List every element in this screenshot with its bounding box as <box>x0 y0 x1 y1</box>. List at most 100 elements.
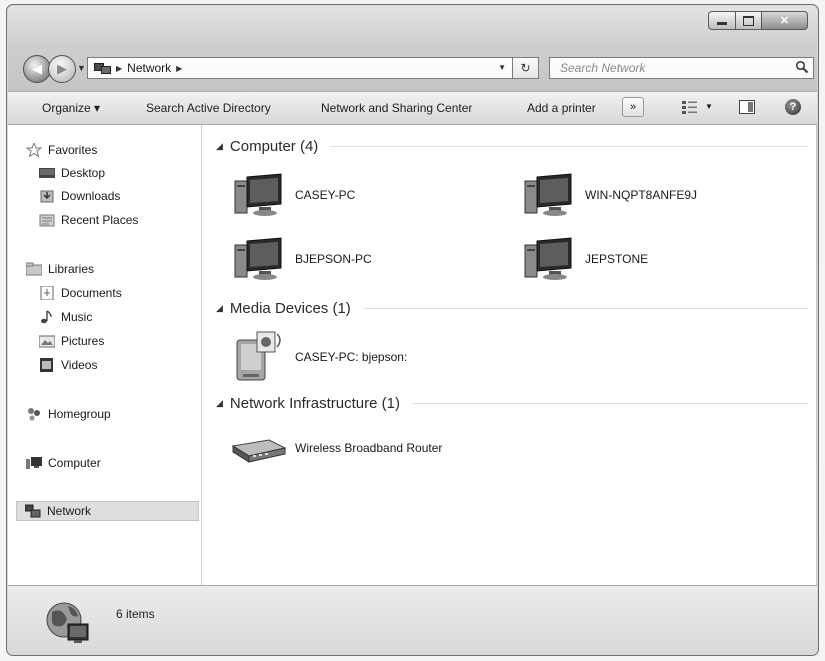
caption-buttons: ✕ <box>708 11 808 30</box>
nav-item-label: Computer <box>48 456 101 470</box>
view-options-dropdown-icon[interactable]: ▼ <box>705 102 713 111</box>
item-label: CASEY-PC: bjepson: <box>295 350 408 364</box>
network-item-jepstone[interactable]: JEPSTONE <box>521 235 648 283</box>
arrow-left-icon: ◀ <box>32 61 42 76</box>
address-dropdown-icon[interactable]: ▼ <box>498 63 506 72</box>
navigation-pane: Favorites Desktop Downloads Recent Place… <box>8 125 202 585</box>
minimize-button[interactable] <box>708 11 735 30</box>
nav-computer[interactable]: Computer <box>26 453 101 473</box>
nav-videos[interactable]: Videos <box>39 355 97 375</box>
search-box[interactable] <box>549 57 814 79</box>
details-pane: 6 items <box>8 585 817 655</box>
search-icon[interactable] <box>795 60 809 74</box>
network-item-win-nqpt8anfe9j[interactable]: WIN-NQPT8ANFE9J <box>521 171 697 219</box>
preview-pane-icon[interactable] <box>739 100 755 114</box>
group-divider <box>362 307 808 309</box>
nav-recent-places[interactable]: Recent Places <box>39 210 138 230</box>
address-bar[interactable]: ▶ Network ▶ ▼ <box>87 57 513 79</box>
group-header-media-devices[interactable]: ◢ Media Devices (1) <box>216 297 808 319</box>
libraries-icon <box>26 262 42 276</box>
nav-item-label: Downloads <box>61 189 121 203</box>
recent-pages-button[interactable]: ▼ <box>77 63 86 73</box>
file-list: ◢ Computer (4) CASEY-PC WIN-NQPT8ANFE9J … <box>202 125 816 585</box>
add-printer-button[interactable]: Add a printer <box>527 101 596 115</box>
collapse-triangle-icon[interactable]: ◢ <box>216 398 223 409</box>
homegroup-icon <box>28 408 40 421</box>
back-button[interactable]: ◀ <box>23 55 51 83</box>
minimize-icon <box>717 22 727 25</box>
breadcrumb-network[interactable]: Network <box>127 61 171 75</box>
network-icon <box>93 62 111 74</box>
desktop-icon <box>39 168 55 178</box>
network-item-bjepson-pc[interactable]: BJEPSON-PC <box>231 235 372 283</box>
nav-libraries[interactable]: Libraries <box>26 259 94 279</box>
downloads-icon <box>40 190 54 203</box>
pictures-icon <box>39 335 55 348</box>
nav-network[interactable]: Network <box>16 501 199 521</box>
command-bar: Organize ▾ Search Active Directory Netwo… <box>8 91 817 125</box>
nav-desktop[interactable]: Desktop <box>39 163 105 183</box>
organize-menu[interactable]: Organize ▾ <box>42 101 100 115</box>
infrastructure-item-router[interactable]: Wireless Broadband Router <box>229 430 442 466</box>
computer-icon <box>234 173 282 216</box>
breadcrumb-separator-icon[interactable]: ▶ <box>116 64 122 73</box>
refresh-icon: ↻ <box>520 61 531 75</box>
group-title: Computer (4) <box>229 137 319 155</box>
videos-icon <box>40 358 53 372</box>
maximize-button[interactable] <box>735 11 762 30</box>
group-divider <box>330 145 808 147</box>
computer-icon <box>26 457 42 469</box>
maximize-icon <box>743 15 754 26</box>
computer-icon <box>524 237 572 280</box>
arrow-right-icon: ▶ <box>57 61 67 76</box>
close-icon: ✕ <box>779 15 790 27</box>
music-icon <box>41 310 52 324</box>
media-item-casey-pc[interactable]: CASEY-PC: bjepson: <box>235 330 407 384</box>
network-item-casey-pc[interactable]: CASEY-PC <box>231 171 355 219</box>
group-header-computer[interactable]: ◢ Computer (4) <box>216 135 808 157</box>
nav-item-label: Recent Places <box>61 213 139 227</box>
nav-homegroup[interactable]: Homegroup <box>26 404 111 424</box>
nav-item-label: Libraries <box>48 262 95 276</box>
computer-icon <box>524 173 572 216</box>
nav-documents[interactable]: Documents <box>39 283 122 303</box>
forward-button[interactable]: ▶ <box>48 55 76 83</box>
search-active-directory-button[interactable]: Search Active Directory <box>146 101 271 115</box>
help-icon[interactable]: ? <box>785 99 801 115</box>
network-icon <box>25 504 41 518</box>
nav-item-label: Homegroup <box>48 407 111 421</box>
recent-places-icon <box>39 214 55 227</box>
item-label: CASEY-PC <box>295 188 356 202</box>
chevron-down-icon: ▼ <box>77 63 86 73</box>
nav-downloads[interactable]: Downloads <box>39 186 120 206</box>
collapse-triangle-icon[interactable]: ◢ <box>216 141 223 152</box>
collapse-triangle-icon[interactable]: ◢ <box>216 303 223 314</box>
group-title: Media Devices (1) <box>229 299 351 317</box>
search-input[interactable] <box>550 58 780 78</box>
nav-item-label: Documents <box>61 286 122 300</box>
router-icon <box>231 439 287 463</box>
close-button[interactable]: ✕ <box>762 11 808 30</box>
item-label: WIN-NQPT8ANFE9J <box>585 188 698 202</box>
item-count: 6 items <box>116 607 155 621</box>
nav-item-label: Pictures <box>61 334 105 348</box>
refresh-button[interactable]: ↻ <box>513 57 539 79</box>
nav-pictures[interactable]: Pictures <box>39 331 104 351</box>
breadcrumb-separator-icon[interactable]: ▶ <box>176 64 182 73</box>
network-sharing-center-button[interactable]: Network and Sharing Center <box>321 101 472 115</box>
group-divider <box>411 402 808 404</box>
group-header-network-infrastructure[interactable]: ◢ Network Infrastructure (1) <box>216 392 808 414</box>
nav-item-label: Favorites <box>48 143 98 157</box>
item-label: Wireless Broadband Router <box>295 441 443 455</box>
nav-music[interactable]: Music <box>39 307 92 327</box>
nav-item-label: Videos <box>61 358 98 372</box>
explorer-window: ✕ ◀ ▶ ▼ ▶ Network ▶ ▼ ↻ Organize ▾ Searc… <box>6 4 819 656</box>
nav-item-label: Desktop <box>61 166 106 180</box>
item-label: JEPSTONE <box>585 252 649 266</box>
item-label: BJEPSON-PC <box>295 252 372 266</box>
nav-favorites[interactable]: Favorites <box>26 140 97 160</box>
change-view-icon[interactable] <box>682 100 698 114</box>
more-commands-button[interactable]: » <box>622 97 644 117</box>
media-server-icon <box>236 331 281 381</box>
star-icon <box>26 143 42 157</box>
